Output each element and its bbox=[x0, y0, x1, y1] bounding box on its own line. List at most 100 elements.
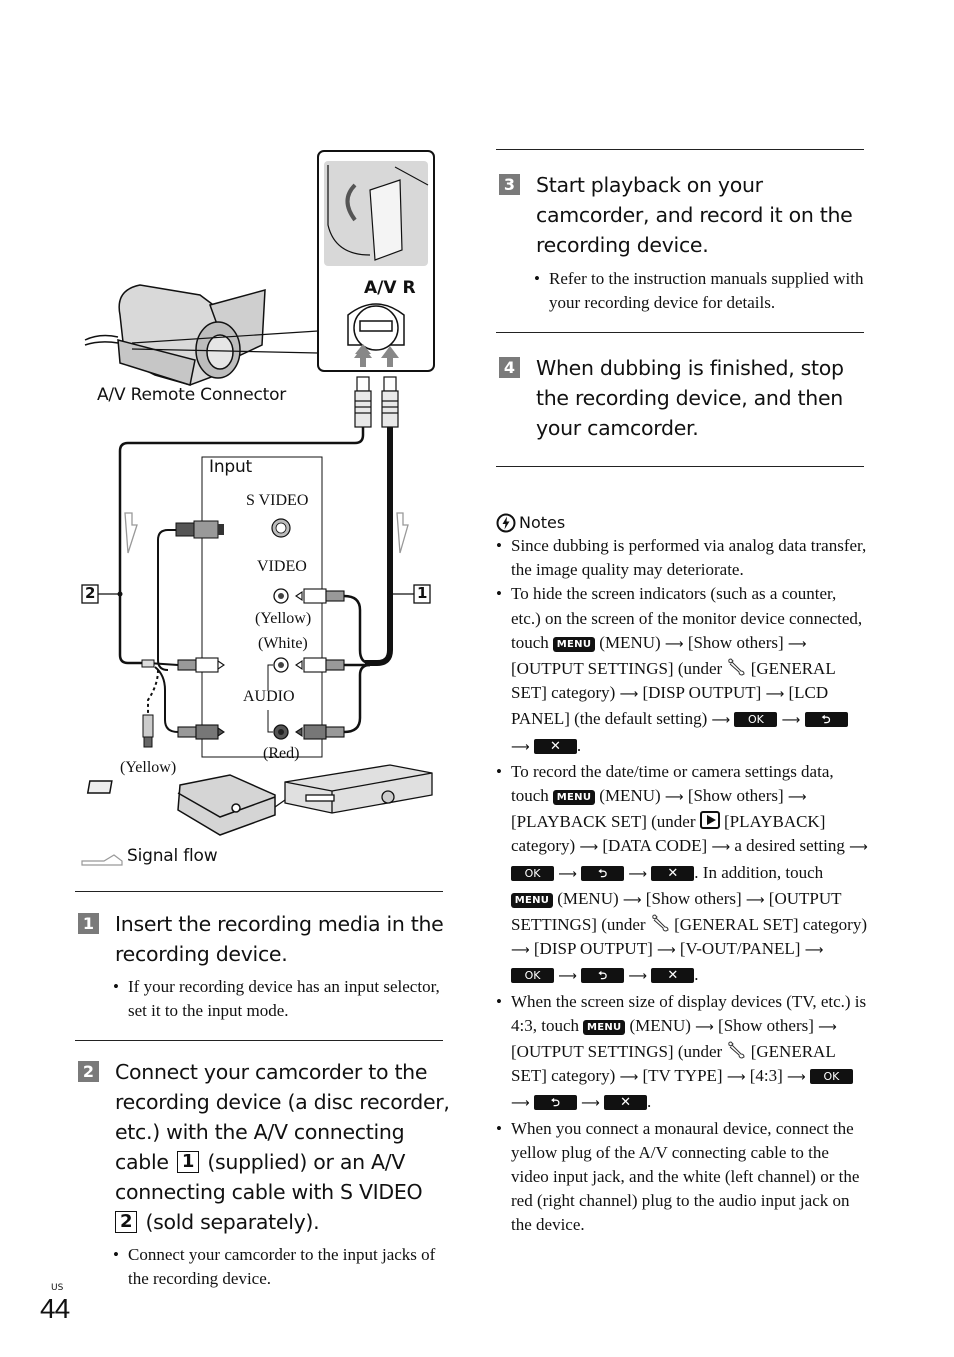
divider bbox=[75, 1040, 443, 1041]
note-item: • To hide the screen indicators (such as… bbox=[496, 582, 868, 759]
arrow-icon: ⟶ bbox=[765, 687, 785, 703]
divider bbox=[496, 332, 864, 333]
note-text: [GENERAL SET] category) bbox=[674, 915, 867, 935]
note-text: [OUTPUT SETTINGS] (under bbox=[511, 1042, 723, 1062]
disc-recorder-illustration bbox=[86, 774, 276, 836]
note-text: When you connect a monaural device, conn… bbox=[511, 1118, 860, 1235]
arrow-icon: ⟶ bbox=[619, 687, 639, 703]
arrow-icon: ⟶ bbox=[787, 1070, 806, 1086]
arrow-icon: ⟶ bbox=[579, 840, 599, 856]
note-text: [Show others] bbox=[687, 632, 784, 652]
period: . bbox=[576, 735, 582, 755]
cable-1 bbox=[365, 427, 393, 666]
step-title: Insert the recording media in the record… bbox=[115, 912, 444, 966]
arrow-icon: ⟶ bbox=[619, 1070, 639, 1086]
ok-button-icon: OK bbox=[734, 712, 778, 728]
step-title: Connect your camcorder to the recording … bbox=[115, 1057, 450, 1237]
video-label: VIDEO bbox=[257, 558, 307, 575]
return-button-icon: ⮌ bbox=[533, 1095, 577, 1111]
bullet-text: If your recording device has an input se… bbox=[128, 977, 440, 1020]
note-text: [DISP OUTPUT] bbox=[642, 683, 762, 703]
av-plug-pair bbox=[354, 376, 399, 428]
region-code: US bbox=[51, 1283, 64, 1293]
note-text: [DISP OUTPUT] bbox=[533, 939, 653, 959]
note-text: (MENU) bbox=[599, 632, 661, 652]
signal-flow-arrow bbox=[124, 512, 138, 554]
arrow-icon: ⟶ bbox=[511, 1096, 530, 1112]
note-text: [Show others] bbox=[718, 1015, 814, 1035]
arrow-icon: ⟶ bbox=[818, 1019, 837, 1035]
camcorder-illustration bbox=[84, 284, 266, 386]
note-text: [4:3] bbox=[749, 1066, 783, 1086]
arrow-icon: ⟶ bbox=[628, 969, 648, 985]
step-title-text: (sold separately). bbox=[145, 1210, 320, 1234]
bullet-marker: • bbox=[113, 1245, 119, 1264]
bullet-marker: • bbox=[496, 536, 502, 555]
note-item: • When the screen size of display device… bbox=[496, 990, 868, 1117]
close-button-icon: ✕ bbox=[533, 738, 577, 754]
signal-flow-label: Signal flow bbox=[127, 846, 218, 866]
rca-plugs-cable-2 bbox=[177, 657, 225, 740]
ok-button-icon: OK bbox=[809, 1069, 853, 1085]
return-button-icon: ⮌ bbox=[804, 712, 848, 728]
arrow-icon: ⟶ bbox=[745, 892, 765, 908]
step-number: 2 bbox=[78, 1061, 99, 1082]
arrow-icon: ⟶ bbox=[558, 866, 577, 882]
note-text: (MENU) bbox=[599, 786, 661, 806]
note-text: (MENU) bbox=[629, 1015, 691, 1035]
av-r-label: A/V R bbox=[364, 278, 416, 298]
period: . bbox=[647, 1092, 652, 1112]
cable-1-number: 1 bbox=[417, 584, 428, 602]
menu-button-icon: MENU bbox=[511, 892, 553, 908]
step-bullet: • If your recording device has an input … bbox=[113, 975, 443, 1023]
ok-button-icon: OK bbox=[511, 865, 554, 881]
step-number: 4 bbox=[499, 357, 520, 378]
page-number: 44 bbox=[40, 1293, 70, 1324]
return-button-icon: ⮌ bbox=[581, 968, 625, 984]
note-text: [Show others] bbox=[645, 888, 742, 908]
cable-2-number: 2 bbox=[85, 584, 96, 602]
bullet-marker: • bbox=[496, 1118, 502, 1138]
arrow-icon: ⟶ bbox=[695, 1019, 714, 1035]
close-button-icon: ✕ bbox=[651, 865, 695, 881]
yellow-label: (Yellow) bbox=[255, 610, 312, 627]
note-text: . In addition, touch bbox=[694, 862, 824, 882]
arrow-icon: ⟶ bbox=[781, 713, 801, 729]
divider bbox=[75, 891, 443, 892]
arrow-icon: ⟶ bbox=[656, 943, 676, 959]
signal-flow-legend-icon bbox=[81, 854, 123, 866]
notes-lightning-icon bbox=[496, 513, 516, 533]
notes-heading: Notes bbox=[496, 512, 868, 534]
note-text: [TV TYPE] bbox=[642, 1066, 723, 1086]
step-bullet: • Connect your camcorder to the input ja… bbox=[113, 1243, 448, 1291]
notes-section: Notes • Since dubbing is performed via a… bbox=[496, 512, 868, 1238]
close-button-icon: ✕ bbox=[604, 1095, 648, 1111]
connection-diagram: A/V R A/V Remote Connector Input S VIDEO… bbox=[70, 145, 450, 885]
arrow-icon: ⟶ bbox=[558, 969, 577, 985]
white-label: (White) bbox=[258, 635, 308, 652]
bullet-marker: • bbox=[534, 269, 540, 288]
note-text: [DATA CODE] bbox=[602, 836, 708, 856]
wrench-icon bbox=[728, 658, 745, 676]
note-item: • When you connect a monaural device, co… bbox=[496, 1117, 868, 1238]
note-text: [Show others] bbox=[687, 786, 784, 806]
menu-button-icon: MENU bbox=[553, 636, 596, 652]
wrench-icon bbox=[728, 1041, 745, 1059]
note-item: • To record the date/time or camera sett… bbox=[496, 760, 868, 990]
bullet-text: Connect your camcorder to the input jack… bbox=[128, 1245, 436, 1288]
period: . bbox=[694, 965, 699, 985]
bullet-marker: • bbox=[113, 977, 119, 996]
arrow-icon: ⟶ bbox=[628, 866, 648, 882]
menu-button-icon: MENU bbox=[553, 790, 596, 806]
arrow-icon: ⟶ bbox=[664, 636, 684, 652]
vcr-illustration bbox=[274, 764, 433, 814]
note-text: (MENU) bbox=[557, 888, 619, 908]
audio-label: AUDIO bbox=[243, 688, 295, 705]
bullet-marker: • bbox=[496, 761, 502, 781]
bullet-text: Refer to the instruction manuals supplie… bbox=[549, 269, 864, 312]
arrow-icon: ⟶ bbox=[804, 943, 824, 959]
note-text: [OUTPUT SETTINGS] (under bbox=[511, 659, 723, 679]
ok-button-icon: OK bbox=[511, 968, 554, 984]
divider bbox=[496, 149, 864, 150]
red-label: (Red) bbox=[263, 745, 300, 762]
